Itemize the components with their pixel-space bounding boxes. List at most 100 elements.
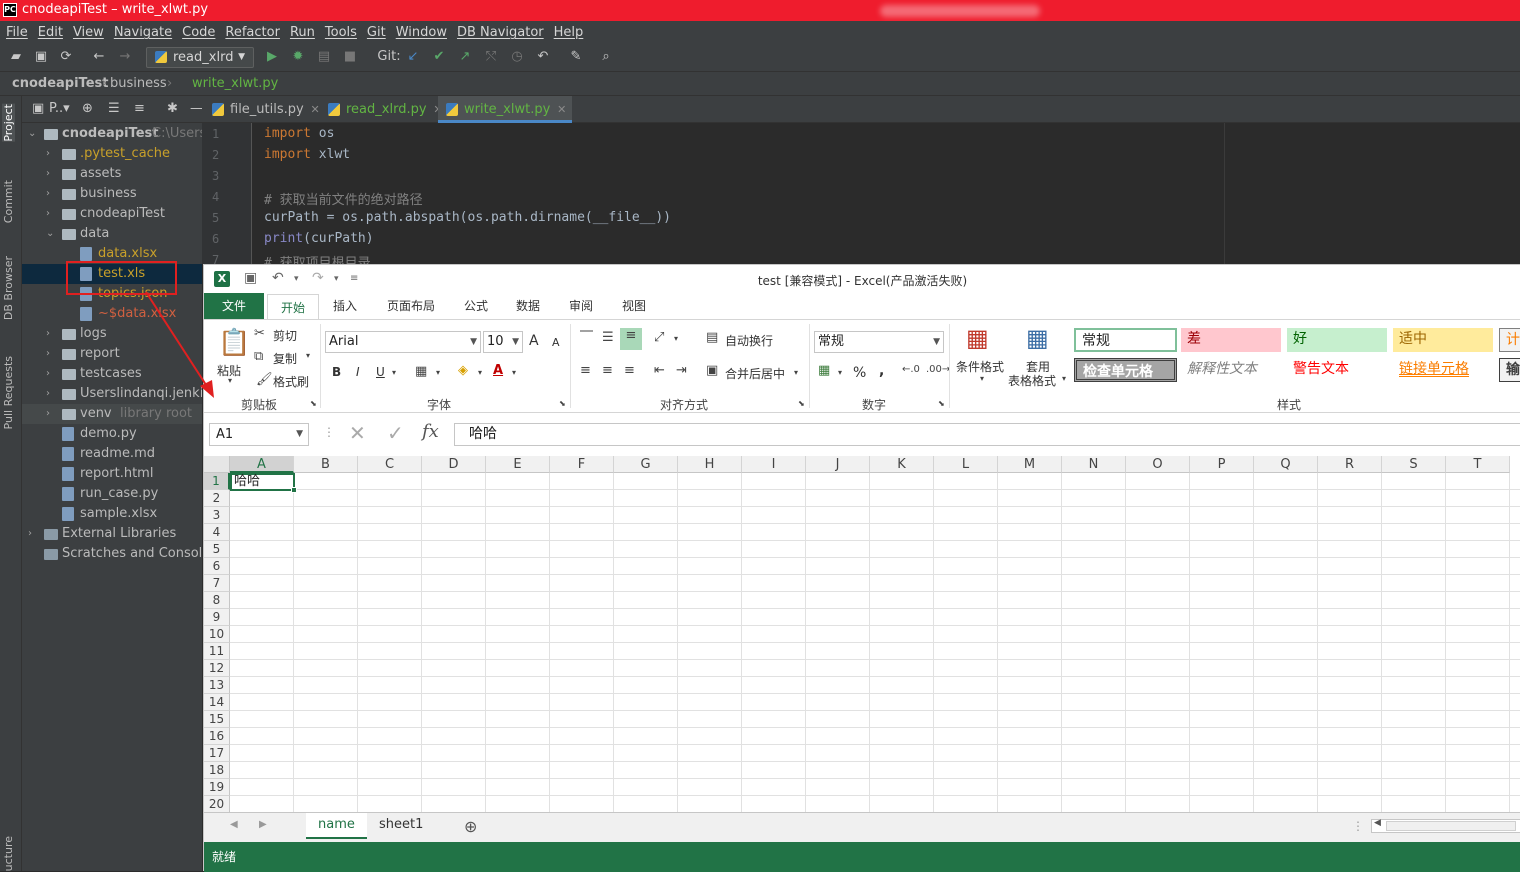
sheet-tab-sheet1[interactable]: sheet1 [367, 813, 435, 839]
close-icon[interactable]: ✕ [311, 96, 320, 123]
worksheet-grid[interactable]: ABCDEFGHIJKLMNOPQRST 1 2 3 4 5 6 7 8 9 10 11 12 13 14… [204, 456, 1520, 812]
code-line[interactable]: import os [264, 126, 334, 141]
column-header[interactable]: G [614, 456, 678, 473]
copy-button[interactable]: 复制 [273, 350, 297, 367]
row-header[interactable]: 12 [204, 660, 230, 677]
align-center-icon[interactable]: ≡ [602, 363, 613, 378]
borders-icon[interactable]: ▦ [415, 364, 427, 379]
menu-git[interactable]: Git [367, 25, 386, 40]
tool-tab-commit[interactable]: Commit [2, 180, 15, 223]
tree-item[interactable]: ⌄ data [22, 224, 202, 244]
style-calculation[interactable]: 计 [1499, 328, 1520, 352]
increase-indent-icon[interactable]: ⇥ [676, 363, 687, 378]
chevron-down-icon[interactable]: ▾ [478, 368, 482, 377]
decrease-decimal-icon[interactable]: .00→ [926, 364, 950, 375]
row-header[interactable]: 6 [204, 558, 230, 575]
tree-item[interactable]: sample.xlsx [22, 504, 202, 524]
bold-button[interactable]: B [332, 365, 341, 379]
paste-icon[interactable]: 📋 [218, 328, 250, 358]
style-neutral[interactable]: 适中 [1393, 328, 1493, 352]
column-header[interactable]: K [870, 456, 934, 473]
column-header[interactable]: L [934, 456, 998, 473]
column-header[interactable]: E [486, 456, 550, 473]
tab-write-xlwt[interactable]: write_xlwt.py ✕ [438, 96, 573, 123]
fill-color-icon[interactable]: ◈ [458, 363, 468, 378]
tree-item[interactable]: demo.py [22, 424, 202, 444]
menu-edit[interactable]: Edit [38, 25, 63, 40]
column-header[interactable]: M [998, 456, 1062, 473]
collapse-all-icon[interactable]: ≡ [134, 101, 145, 116]
chevron-right-icon[interactable]: › [46, 204, 50, 224]
conditional-format-button[interactable]: 条件格式 [956, 358, 1004, 375]
chevron-right-icon[interactable]: › [46, 164, 50, 184]
orientation-icon[interactable]: ⤢ [654, 330, 664, 345]
tree-item[interactable]: › .pytest_cache [22, 144, 202, 164]
tree-item[interactable]: › assets [22, 164, 202, 184]
style-bad[interactable]: 差 [1181, 328, 1281, 352]
confirm-entry-icon[interactable]: ✓ [387, 421, 404, 445]
row-header[interactable]: 10 [204, 626, 230, 643]
row-header[interactable]: 18 [204, 762, 230, 779]
column-header[interactable]: S [1382, 456, 1446, 473]
menu-window[interactable]: Window [396, 25, 447, 40]
grow-font-button[interactable]: A [529, 333, 539, 349]
tree-item[interactable]: run_case.py [22, 484, 202, 504]
style-explanatory[interactable]: 解释性文本 [1181, 358, 1281, 382]
breadcrumb-file[interactable]: write_xlwt.py [192, 76, 278, 91]
menu-code[interactable]: Code [182, 25, 215, 40]
column-header[interactable]: C [358, 456, 422, 473]
chevron-down-icon[interactable]: ▾ [794, 368, 798, 377]
row-header[interactable]: 15 [204, 711, 230, 728]
menu-help[interactable]: Help [554, 25, 584, 40]
align-bottom-icon[interactable]: ≡ [620, 328, 642, 350]
tool-tab-project[interactable]: Project [2, 104, 15, 142]
style-linked-cell[interactable]: 链接单元格 [1393, 358, 1493, 382]
chevron-down-icon[interactable]: ▾ [674, 334, 678, 343]
chevron-down-icon[interactable]: ⌄ [28, 124, 36, 144]
more-options-icon[interactable]: ⋮ [323, 425, 335, 439]
chevron-down-icon[interactable]: ▾ [512, 368, 516, 377]
chevron-right-icon[interactable]: › [28, 524, 32, 544]
style-input[interactable]: 输 [1499, 358, 1520, 382]
style-good[interactable]: 好 [1287, 328, 1387, 352]
debug-icon[interactable]: ✹ [290, 49, 306, 65]
column-header[interactable]: T [1446, 456, 1510, 473]
menu-refactor[interactable]: Refactor [225, 25, 280, 40]
menu-db-navigator[interactable]: DB Navigator [457, 25, 544, 40]
tree-item[interactable]: › business [22, 184, 202, 204]
menu-tools[interactable]: Tools [325, 25, 357, 40]
shrink-font-button[interactable]: A [552, 336, 560, 349]
style-check-cell[interactable]: 检查单元格 [1074, 358, 1177, 382]
forward-arrow-icon[interactable]: → [117, 49, 133, 65]
chevron-down-icon[interactable]: ▾ [980, 374, 984, 383]
horizontal-scrollbar[interactable]: ◀ [1371, 818, 1520, 833]
insert-function-button[interactable]: fx [422, 421, 439, 442]
column-header[interactable]: I [742, 456, 806, 473]
align-left-icon[interactable]: ≡ [580, 363, 591, 378]
wrap-text-button[interactable]: 自动换行 [725, 332, 773, 349]
chevron-down-icon[interactable]: ⌄ [46, 224, 54, 244]
select-all-corner[interactable] [204, 456, 230, 473]
name-box[interactable]: A1 ▼ [209, 423, 309, 446]
fill-handle[interactable] [291, 487, 297, 493]
breadcrumb-folder[interactable]: business [110, 76, 167, 91]
column-header[interactable]: P [1190, 456, 1254, 473]
chevron-right-icon[interactable]: › [46, 324, 50, 344]
cancel-entry-icon[interactable]: ✕ [349, 421, 366, 445]
row-header[interactable]: 4 [204, 524, 230, 541]
column-header[interactable]: D [422, 456, 486, 473]
code-line[interactable]: curPath = os.path.abspath(os.path.dirnam… [264, 210, 671, 225]
ribbon-tab-data[interactable]: 数据 [506, 293, 550, 319]
scrollbar-thumb[interactable] [1386, 821, 1516, 831]
align-right-icon[interactable]: ≡ [624, 363, 635, 378]
history-icon[interactable]: ◷ [509, 49, 525, 65]
tool-tab-structure[interactable]: ucture [2, 836, 15, 871]
tree-item[interactable]: readme.md [22, 444, 202, 464]
chevron-down-icon[interactable]: ▾ [306, 351, 310, 360]
chevron-down-icon[interactable]: ▾ [838, 368, 842, 377]
dialog-launcher-icon[interactable]: ⬊ [559, 399, 566, 408]
number-format-select[interactable]: 常规 ▼ [814, 331, 944, 353]
row-header[interactable]: 7 [204, 575, 230, 592]
coverage-icon[interactable]: ▤ [316, 49, 332, 65]
project-view-select[interactable]: P..▾ [49, 101, 70, 116]
